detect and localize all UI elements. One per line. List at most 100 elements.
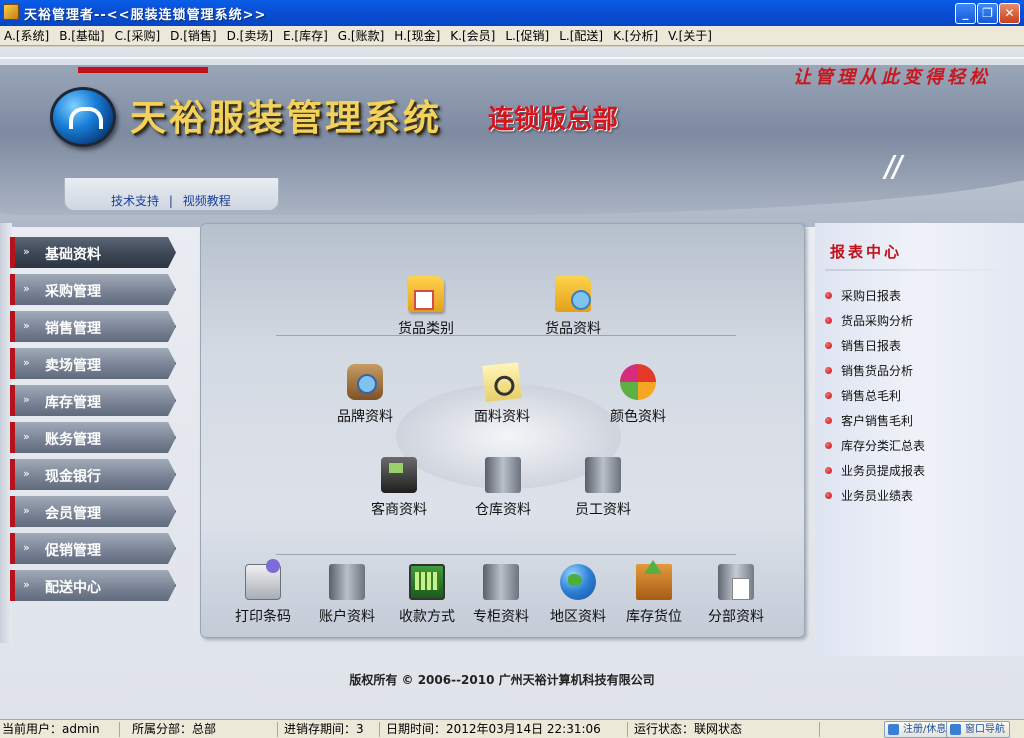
tile-brand-data[interactable]: 品牌资料	[322, 364, 408, 426]
menu-cash[interactable]: H.[现金]	[394, 27, 440, 44]
tile-stock-location[interactable]: 库存货位	[611, 564, 697, 626]
menu-basic[interactable]: B.[基础]	[59, 27, 104, 44]
report-item-customer-profit[interactable]: 客户销售毛利	[825, 408, 925, 433]
report-item-goods-purchase-analysis[interactable]: 货品采购分析	[825, 308, 925, 333]
report-label: 销售日报表	[841, 339, 902, 353]
nav-item-promotion[interactable]: » 促销管理	[10, 533, 176, 564]
divider	[276, 335, 736, 336]
tile-branch-data[interactable]: 分部资料	[693, 564, 779, 626]
app-icon	[3, 4, 19, 20]
menu-distribution[interactable]: L.[配送]	[559, 27, 603, 44]
nav-label: 现金银行	[45, 469, 101, 485]
report-item-purchase-daily[interactable]: 采购日报表	[825, 283, 925, 308]
report-label: 货品采购分析	[841, 314, 914, 328]
tile-label: 客商资料	[371, 502, 427, 518]
bullet-icon	[825, 392, 832, 399]
decor-red-bar	[78, 67, 208, 73]
nav-item-distribution[interactable]: » 配送中心	[10, 570, 176, 601]
report-label: 销售货品分析	[841, 364, 914, 378]
nav-item-member[interactable]: » 会员管理	[10, 496, 176, 527]
bullet-icon	[825, 417, 832, 424]
tile-region-data[interactable]: 地区资料	[535, 564, 621, 626]
left-nav: » 基础资料 » 采购管理 » 销售管理 » 卖场管理 » 库存管理 » 账务管理 » 现金银…	[10, 237, 178, 607]
double-chevron-icon: »	[23, 319, 30, 332]
support-tab: 技术支持 | 视频教程	[64, 178, 279, 211]
nav-item-basic-data[interactable]: » 基础资料	[10, 237, 176, 268]
menu-member[interactable]: K.[会员]	[450, 27, 495, 44]
close-button[interactable]: ✕	[999, 3, 1020, 24]
report-item-sales-daily[interactable]: 销售日报表	[825, 333, 925, 358]
tech-support-link[interactable]: 技术支持	[111, 194, 159, 208]
divider	[825, 269, 1015, 271]
report-label: 业务员业绩表	[841, 489, 914, 503]
nav-item-sales[interactable]: » 销售管理	[10, 311, 176, 342]
tile-label: 面料资料	[474, 409, 530, 425]
nav-item-purchase[interactable]: » 采购管理	[10, 274, 176, 305]
tile-label: 账户资料	[319, 609, 375, 625]
staff-server-icon	[585, 457, 621, 493]
tile-goods-category[interactable]: 货品类别	[383, 276, 469, 338]
report-item-commission[interactable]: 业务员提成报表	[825, 458, 925, 483]
tile-label: 颜色资料	[610, 409, 666, 425]
report-item-performance[interactable]: 业务员业绩表	[825, 483, 925, 508]
nav-item-store[interactable]: » 卖场管理	[10, 348, 176, 379]
decor-slashes	[882, 155, 912, 179]
lock-rest-button[interactable]: 注册/休息	[884, 721, 952, 738]
nav-item-accounts[interactable]: » 账务管理	[10, 422, 176, 453]
nav-item-inventory[interactable]: » 库存管理	[10, 385, 176, 416]
window-nav-button[interactable]: 窗口导航	[946, 721, 1010, 738]
double-chevron-icon: »	[23, 541, 30, 554]
menu-system[interactable]: A.[系统]	[4, 27, 49, 44]
nav-item-cash-bank[interactable]: » 现金银行	[10, 459, 176, 490]
counter-server-icon	[483, 564, 519, 600]
warehouse-server-icon	[485, 457, 521, 493]
nav-label: 采购管理	[45, 284, 101, 300]
video-tutorial-link[interactable]: 视频教程	[183, 194, 231, 208]
report-item-sales-gross-profit[interactable]: 销售总毛利	[825, 383, 925, 408]
phone-icon	[381, 457, 417, 493]
double-chevron-icon: »	[23, 356, 30, 369]
tile-label: 打印条码	[235, 609, 291, 625]
bullet-icon	[825, 317, 832, 324]
maximize-button[interactable]: ❐	[977, 3, 998, 24]
decor-line	[0, 57, 1024, 59]
bullet-icon	[825, 292, 832, 299]
nav-label: 促销管理	[45, 543, 101, 559]
tile-customer-data[interactable]: 客商资料	[356, 457, 442, 519]
report-item-sales-goods-analysis[interactable]: 销售货品分析	[825, 358, 925, 383]
report-list: 采购日报表 货品采购分析 销售日报表 销售货品分析 销售总毛利 客户销售毛利 库…	[825, 283, 925, 508]
nav-label: 基础资料	[45, 247, 101, 263]
double-chevron-icon: »	[23, 282, 30, 295]
tile-fabric-data[interactable]: 面料资料	[459, 362, 545, 426]
tile-warehouse-data[interactable]: 仓库资料	[460, 457, 546, 519]
link-separator: |	[168, 194, 173, 208]
account-server-icon	[329, 564, 365, 600]
nav-label: 账务管理	[45, 432, 101, 448]
menu-promotion[interactable]: L.[促销]	[505, 27, 549, 44]
tile-print-barcode[interactable]: 打印条码	[220, 559, 306, 626]
menu-analysis[interactable]: K.[分析]	[613, 27, 658, 44]
menu-sales[interactable]: D.[销售]	[170, 27, 216, 44]
tile-color-data[interactable]: 颜色资料	[595, 364, 681, 426]
report-label: 客户销售毛利	[841, 414, 914, 428]
window-title: 天裕管理者--<<服装连锁管理系统>>	[24, 8, 267, 23]
title-bar: 天裕管理者--<<服装连锁管理系统>> _ ❐ ✕	[0, 0, 1024, 26]
report-label: 销售总毛利	[841, 389, 902, 403]
menu-accounts[interactable]: G.[账款]	[338, 27, 384, 44]
report-item-inventory-summary[interactable]: 库存分类汇总表	[825, 433, 925, 458]
bag-magnifier-icon	[347, 364, 383, 400]
tile-counter-data[interactable]: 专柜资料	[458, 564, 544, 626]
menu-about[interactable]: V.[关于]	[668, 27, 712, 44]
minimize-button[interactable]: _	[955, 3, 976, 24]
double-chevron-icon: »	[23, 430, 30, 443]
status-user: 当前用户：admin	[0, 722, 120, 737]
report-title: 报表中心	[830, 243, 903, 261]
tile-goods-data[interactable]: 货品资料	[530, 276, 616, 338]
menu-inventory[interactable]: E.[库存]	[283, 27, 328, 44]
status-bar: 当前用户：admin 所属分部：总部 进销存期间：3 日期时间：2012年03月…	[0, 719, 1024, 738]
tile-staff-data[interactable]: 员工资料	[560, 457, 646, 519]
copyright: 版权所有 © 2006--2010 广州天裕计算机科技有限公司	[349, 673, 655, 687]
menu-purchase[interactable]: C.[采购]	[115, 27, 161, 44]
tile-account-data[interactable]: 账户资料	[304, 564, 390, 626]
menu-store[interactable]: D.[卖场]	[227, 27, 273, 44]
